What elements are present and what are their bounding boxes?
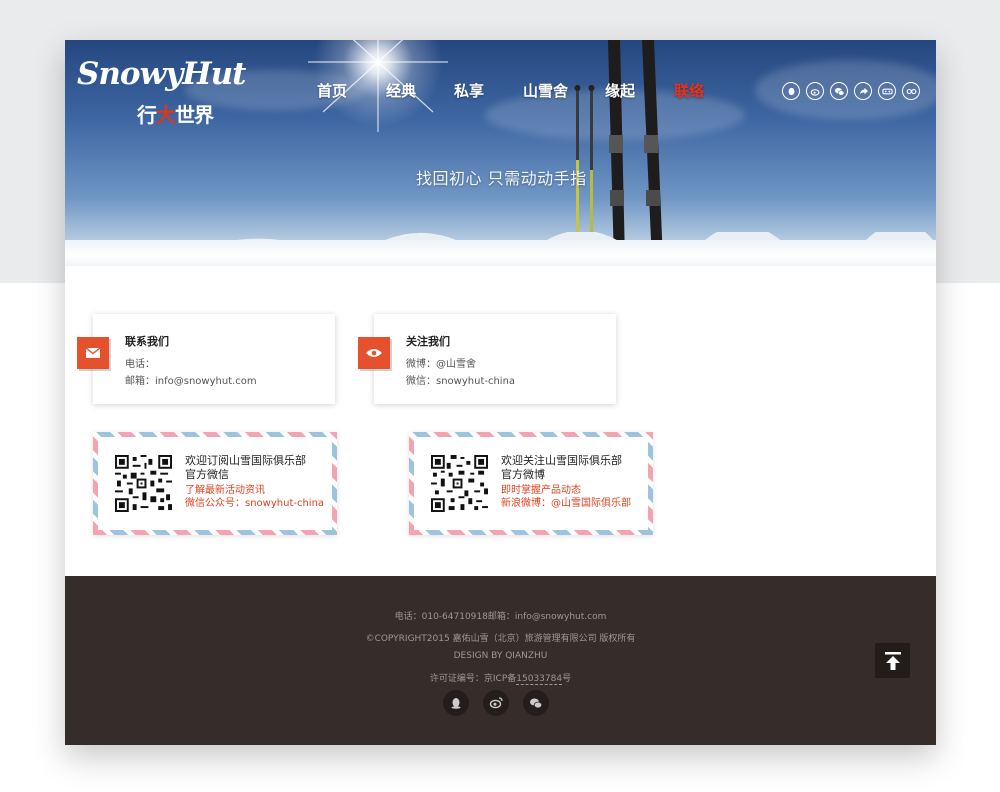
- qq-icon[interactable]: [443, 690, 469, 716]
- logo-cn-part: 世界: [175, 103, 214, 127]
- logo-cn-highlight: 大: [156, 103, 176, 127]
- footer-copyright: ©COPYRIGHT2015 嘉佑山雪（北京）旅游管理有限公司 版权所有: [365, 634, 636, 644]
- arrow-up-icon: [884, 651, 901, 670]
- footer-design-credit: DESIGN BY QIANZHU: [453, 651, 548, 661]
- main-nav: 首页 经典 私享 山雪舍 缘起 联络: [317, 80, 714, 102]
- weibo-icon[interactable]: [806, 82, 824, 100]
- glasses-icon[interactable]: [902, 82, 920, 100]
- nav-item-private[interactable]: 私享: [454, 80, 523, 102]
- nav-item-snowhut[interactable]: 山雪舍: [523, 80, 605, 102]
- license-suffix: 号: [562, 674, 572, 684]
- card-title: 关注我们: [406, 335, 450, 348]
- nav-item-home[interactable]: 首页: [317, 80, 386, 102]
- contact-us-card: 联系我们 电话： 邮箱：info@snowyhut.com: [77, 314, 335, 404]
- header-social-icons: [782, 82, 926, 100]
- stamp-text: 官方微信: [185, 468, 229, 481]
- eye-icon: [358, 337, 390, 369]
- stamp-highlight-text: 微信公众号：snowyhut-china: [185, 498, 325, 509]
- stamp-highlight-text: 新浪微博：@山雪国际俱乐部: [501, 498, 631, 509]
- share-icon[interactable]: [854, 82, 872, 100]
- weibo-follow-box: 欢迎关注山雪国际俱乐部 官方微博 即时掌握产品动态 新浪微博：@山雪国际俱乐部: [409, 432, 653, 535]
- footer-contact: 电话：010-64710918邮箱：info@snowyhut.com: [394, 612, 607, 622]
- snow-ground: [65, 240, 936, 266]
- license-link[interactable]: 15033784: [516, 674, 563, 685]
- wechat-subscribe-box: 欢迎订阅山雪国际俱乐部 官方微信 了解最新活动资讯 微信公众号：snowyhut…: [93, 432, 337, 535]
- stamp-text: 官方微博: [501, 468, 545, 481]
- stamp-text: 欢迎订阅山雪国际俱乐部: [185, 454, 306, 467]
- site-footer: 电话：010-64710918邮箱：info@snowyhut.com ©COP…: [65, 576, 936, 745]
- footer-social-icons: [443, 690, 563, 716]
- weibo-icon[interactable]: [483, 690, 509, 716]
- nav-item-origin[interactable]: 缘起: [605, 80, 674, 102]
- wechat-icon[interactable]: [523, 690, 549, 716]
- site-container: SnowyHut 行大世界 首页 经典 私享 山雪舍 缘起 联络 找回初心 只需…: [65, 40, 936, 745]
- nav-item-classic[interactable]: 经典: [386, 80, 454, 102]
- back-to-top-button[interactable]: [875, 643, 910, 678]
- nav-item-contact[interactable]: 联络: [674, 80, 714, 102]
- card-weibo[interactable]: 微博：@山雪舍: [406, 355, 476, 370]
- vr-icon[interactable]: [878, 82, 896, 100]
- logo-script-text: SnowyHut: [77, 56, 246, 92]
- wechat-qr-code: [115, 455, 172, 512]
- card-title: 联系我们: [125, 335, 169, 348]
- qq-icon[interactable]: [782, 82, 800, 100]
- footer-license: 许可证编号：京ICP备15033784号: [65, 671, 936, 685]
- weibo-qr-code: [431, 455, 488, 512]
- follow-us-card: 关注我们 微博：@山雪舍 微信：snowyhut-china: [358, 314, 616, 404]
- logo-chinese-text: 行大世界: [137, 102, 214, 128]
- site-logo[interactable]: SnowyHut 行大世界: [77, 54, 246, 132]
- license-prefix: 许可证编号：京ICP备: [429, 674, 517, 684]
- envelope-icon: [77, 337, 109, 369]
- hero-slogan: 找回初心 只需动动手指: [416, 169, 587, 188]
- card-wechat: 微信：snowyhut-china: [406, 376, 516, 387]
- card-phone: 电话：: [125, 359, 155, 370]
- stamp-text: 欢迎关注山雪国际俱乐部: [501, 454, 622, 467]
- card-email[interactable]: 邮箱：info@snowyhut.com: [125, 372, 257, 387]
- logo-cn-part: 行: [137, 103, 157, 127]
- stamp-highlight-text: 了解最新活动资讯: [185, 485, 265, 496]
- hero-banner: SnowyHut 行大世界 首页 经典 私享 山雪舍 缘起 联络 找回初心 只需…: [65, 40, 936, 266]
- stamp-highlight-text: 即时掌握产品动态: [501, 485, 581, 496]
- wechat-icon[interactable]: [830, 82, 848, 100]
